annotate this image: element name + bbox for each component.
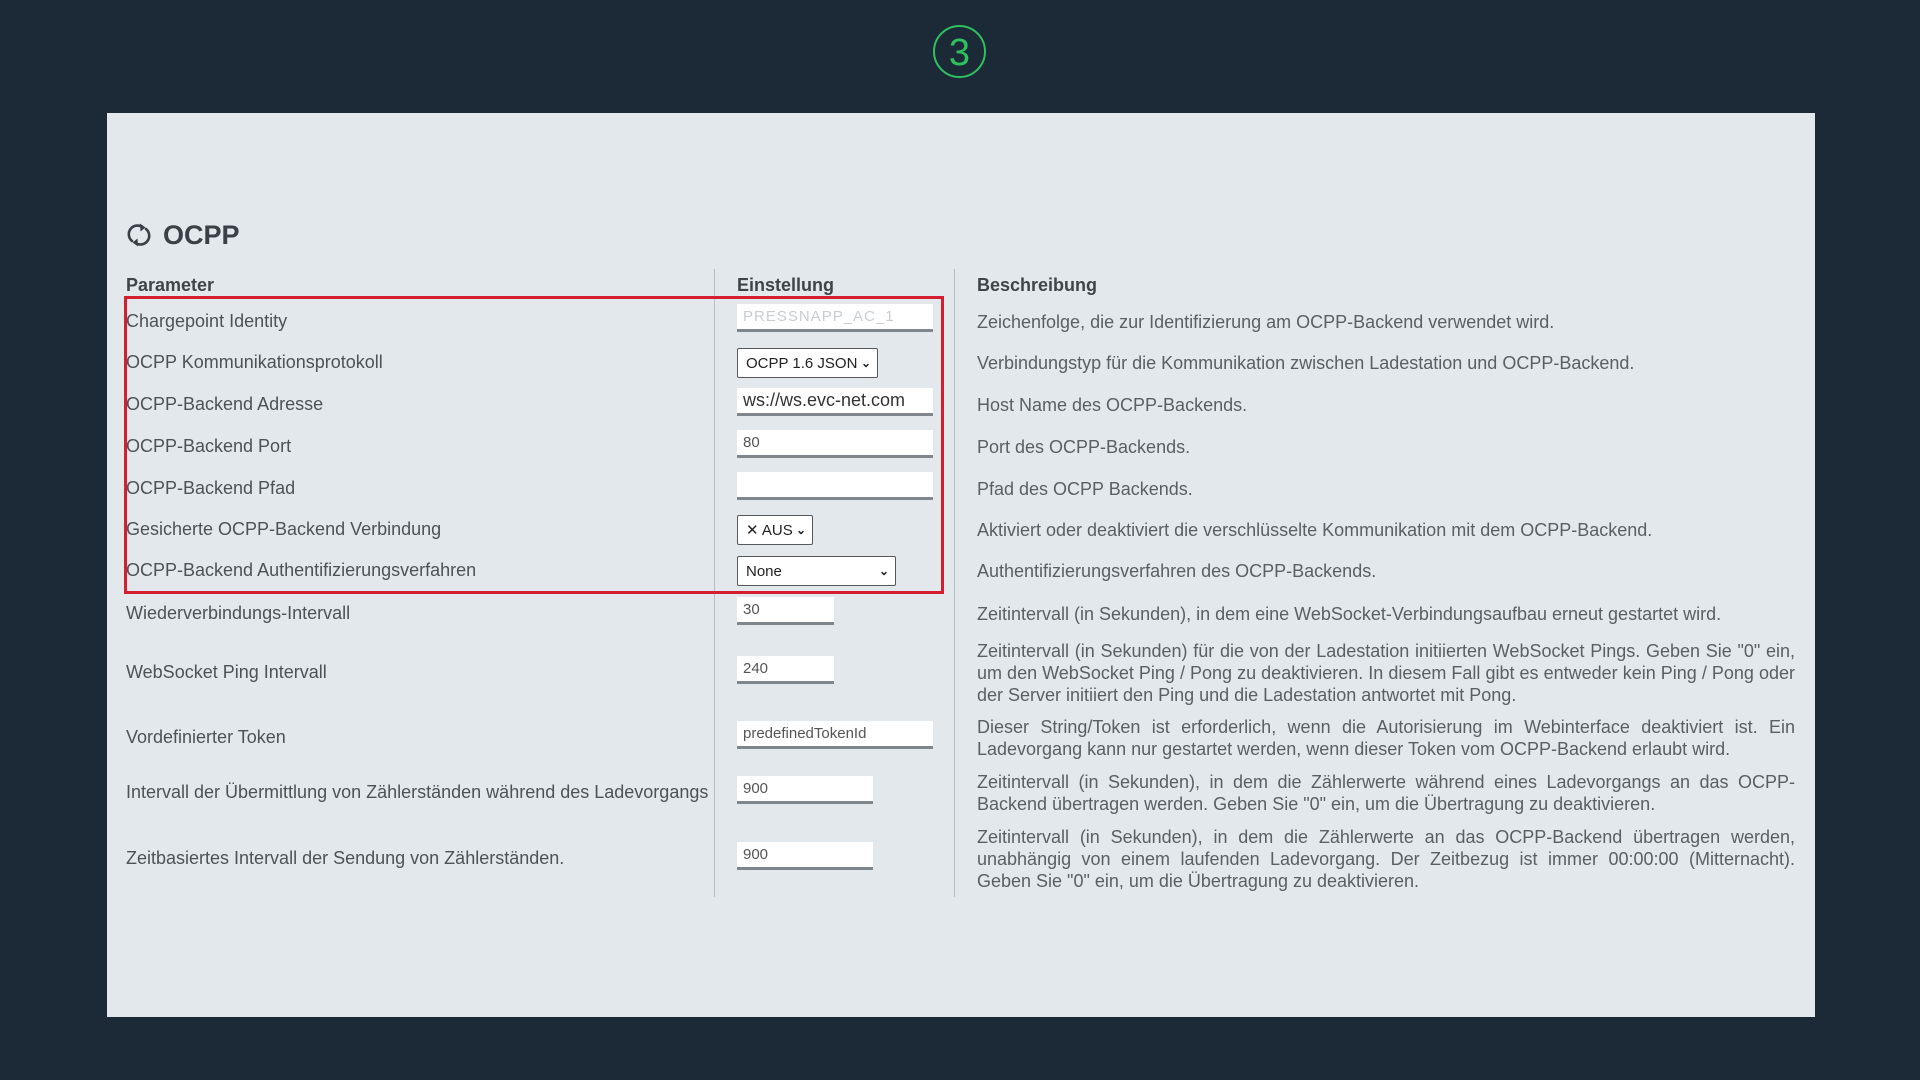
param-label-communication-protocol: OCPP Kommunikationsprotokoll — [126, 352, 383, 372]
param-label-authentication-method: OCPP-Backend Authentifizierungsverfahren — [126, 560, 477, 580]
param-label-backend-address: OCPP-Backend Adresse — [126, 394, 324, 414]
param-label-websocket-ping-interval: WebSocket Ping Intervall — [126, 662, 327, 682]
param-label-chargepoint-identity: Chargepoint Identity — [126, 311, 288, 331]
param-description: Zeitintervall (in Sekunden) für die von … — [977, 641, 1795, 705]
param-description: Host Name des OCPP-Backends. — [977, 395, 1248, 415]
param-label-backend-port: OCPP-Backend Port — [126, 436, 292, 456]
meter-value-interval-input[interactable]: 900 — [737, 776, 873, 804]
param-description: Zeichenfolge, die zur Identifizierung am… — [977, 312, 1555, 332]
param-description: Port des OCPP-Backends. — [977, 437, 1191, 457]
select-value: OCPP 1.6 JSON — [746, 354, 858, 372]
column-divider — [954, 269, 955, 897]
backend-address-input[interactable]: ws://ws.evc-net.com — [737, 388, 933, 416]
param-label-meter-value-interval: Intervall der Übermittlung von Zählerstä… — [126, 782, 709, 802]
select-value: ✕ AUS — [746, 522, 793, 539]
param-description: Dieser String/Token ist erforderlich, we… — [977, 717, 1795, 759]
chargepoint-identity-input[interactable]: PRESSNAPP_AC_1 — [737, 304, 933, 332]
chevron-down-icon: ⌄ — [860, 356, 871, 370]
param-label-clock-aligned-interval: Zeitbasiertes Intervall der Sendung von … — [126, 848, 565, 868]
param-description: Zeitintervall (in Sekunden), in dem die … — [977, 772, 1795, 814]
column-header-description: Beschreibung — [977, 275, 1098, 295]
communication-protocol-select[interactable]: OCPP 1.6 JSON ⌄ — [737, 348, 878, 378]
step-number-badge: 3 — [933, 25, 986, 78]
section-header: OCPP — [127, 217, 240, 253]
param-description: Verbindungstyp für die Kommunikation zwi… — [977, 353, 1635, 373]
param-label-backend-path: OCPP-Backend Pfad — [126, 478, 296, 498]
column-divider — [714, 269, 715, 897]
websocket-ping-interval-input[interactable]: 240 — [737, 656, 834, 684]
ocpp-settings-panel: OCPP Parameter Einstellung Beschreibung … — [107, 113, 1815, 1017]
select-value: None — [746, 562, 782, 580]
param-description: Authentifizierungsverfahren des OCPP-Bac… — [977, 561, 1377, 581]
authentication-method-select[interactable]: None ⌄ — [737, 556, 896, 586]
param-label-predefined-token: Vordefinierter Token — [126, 727, 286, 747]
param-description: Aktiviert oder deaktiviert die verschlüs… — [977, 520, 1653, 540]
param-description: Zeitintervall (in Sekunden), in dem die … — [977, 827, 1795, 891]
column-header-parameter: Parameter — [126, 275, 215, 295]
section-title: OCPP — [163, 219, 240, 250]
secure-connection-select[interactable]: ✕ AUS ⌄ — [737, 515, 813, 545]
backend-path-input[interactable] — [737, 472, 933, 500]
column-header-setting: Einstellung — [737, 275, 835, 295]
backend-port-input[interactable]: 80 — [737, 430, 933, 458]
param-label-reconnect-interval: Wiederverbindungs-Intervall — [126, 603, 351, 623]
predefined-token-input[interactable]: predefinedTokenId — [737, 721, 933, 749]
chevron-down-icon: ⌄ — [878, 564, 889, 578]
reconnect-interval-input[interactable]: 30 — [737, 597, 834, 625]
param-description: Zeitintervall (in Sekunden), in dem eine… — [977, 604, 1722, 624]
param-label-secure-connection: Gesicherte OCPP-Backend Verbindung — [126, 519, 442, 539]
chevron-down-icon: ⌄ — [795, 523, 806, 537]
param-description: Pfad des OCPP Backends. — [977, 479, 1193, 499]
clock-aligned-interval-input[interactable]: 900 — [737, 842, 873, 870]
refresh-icon — [127, 223, 151, 247]
